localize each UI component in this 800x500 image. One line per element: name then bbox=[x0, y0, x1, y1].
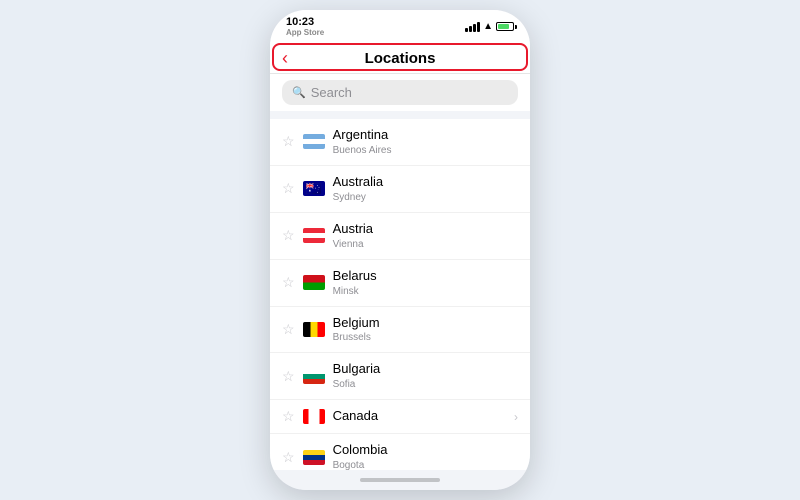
country-city: Bogota bbox=[333, 459, 518, 470]
nav-bar: ‹ Locations bbox=[270, 41, 530, 74]
country-name: Argentina bbox=[333, 127, 518, 144]
flag-ca bbox=[303, 409, 325, 424]
search-input[interactable]: Search bbox=[311, 85, 352, 100]
status-time: 10:23 App Store bbox=[286, 16, 324, 37]
favorite-icon[interactable]: ☆ bbox=[282, 227, 295, 244]
home-indicator bbox=[360, 478, 440, 482]
country-name: Colombia bbox=[333, 442, 518, 459]
search-input-wrap[interactable]: 🔍 Search bbox=[282, 80, 518, 105]
country-name: Bulgaria bbox=[333, 361, 518, 378]
status-icons: ▲ bbox=[465, 21, 514, 32]
list-item[interactable]: ☆ Austria Vienna bbox=[270, 213, 530, 260]
bottom-bar bbox=[270, 470, 530, 490]
list-item[interactable]: ☆ 🇦🇺 Australia Sydney bbox=[270, 166, 530, 213]
favorite-icon[interactable]: ☆ bbox=[282, 449, 295, 466]
country-city: Buenos Aires bbox=[333, 144, 518, 157]
favorite-icon[interactable]: ☆ bbox=[282, 408, 295, 425]
wifi-icon: ▲ bbox=[483, 21, 493, 32]
locations-list: ☆ Argentina Buenos Aires ☆ 🇦🇺 Australia … bbox=[270, 111, 530, 470]
country-info: Bulgaria Sofia bbox=[333, 361, 518, 391]
country-city: Vienna bbox=[333, 238, 518, 251]
country-info: Argentina Buenos Aires bbox=[333, 127, 518, 157]
search-bar: 🔍 Search bbox=[270, 74, 530, 111]
favorite-icon[interactable]: ☆ bbox=[282, 180, 295, 197]
country-name: Belgium bbox=[333, 315, 518, 332]
country-info: Austria Vienna bbox=[333, 221, 518, 251]
phone-frame: 10:23 App Store ▲ ‹ Locations 🔍 Search bbox=[270, 10, 530, 490]
signal-icon bbox=[465, 22, 480, 32]
country-name: Canada bbox=[333, 408, 506, 425]
flag-co bbox=[303, 450, 325, 465]
country-info: Belgium Brussels bbox=[333, 315, 518, 345]
search-icon: 🔍 bbox=[292, 86, 306, 99]
country-info: Belarus Minsk bbox=[333, 268, 518, 298]
list-item[interactable]: ☆ Belgium Brussels bbox=[270, 307, 530, 354]
flag-be bbox=[303, 322, 325, 337]
list-item[interactable]: ☆ Canada › bbox=[270, 400, 530, 434]
country-name: Austria bbox=[333, 221, 518, 238]
list-item[interactable]: ☆ Argentina Buenos Aires bbox=[270, 119, 530, 166]
list-item[interactable]: ☆ Colombia Bogota bbox=[270, 434, 530, 470]
favorite-icon[interactable]: ☆ bbox=[282, 274, 295, 291]
flag-bg bbox=[303, 369, 325, 384]
country-city: Sydney bbox=[333, 191, 518, 204]
country-city: Minsk bbox=[333, 285, 518, 298]
flag-au: 🇦🇺 bbox=[303, 181, 325, 196]
favorite-icon[interactable]: ☆ bbox=[282, 368, 295, 385]
flag-ar bbox=[303, 134, 325, 149]
country-city: Brussels bbox=[333, 331, 518, 344]
country-name: Belarus bbox=[333, 268, 518, 285]
country-info: Colombia Bogota bbox=[333, 442, 518, 470]
country-city: Sofia bbox=[333, 378, 518, 391]
country-info: Canada bbox=[333, 408, 506, 425]
favorite-icon[interactable]: ☆ bbox=[282, 133, 295, 150]
flag-by bbox=[303, 275, 325, 290]
app-store-label: App Store bbox=[286, 28, 324, 37]
page-title: Locations bbox=[270, 50, 530, 67]
battery-icon bbox=[496, 22, 514, 31]
nav-outline bbox=[272, 43, 528, 71]
status-bar: 10:23 App Store ▲ bbox=[270, 10, 530, 41]
favorite-icon[interactable]: ☆ bbox=[282, 321, 295, 338]
back-button[interactable]: ‹ bbox=[282, 49, 288, 67]
list-item[interactable]: ☆ Belarus Minsk bbox=[270, 260, 530, 307]
chevron-right-icon: › bbox=[514, 410, 518, 424]
country-info: Australia Sydney bbox=[333, 174, 518, 204]
flag-at bbox=[303, 228, 325, 243]
list-item[interactable]: ☆ Bulgaria Sofia bbox=[270, 353, 530, 400]
country-name: Australia bbox=[333, 174, 518, 191]
